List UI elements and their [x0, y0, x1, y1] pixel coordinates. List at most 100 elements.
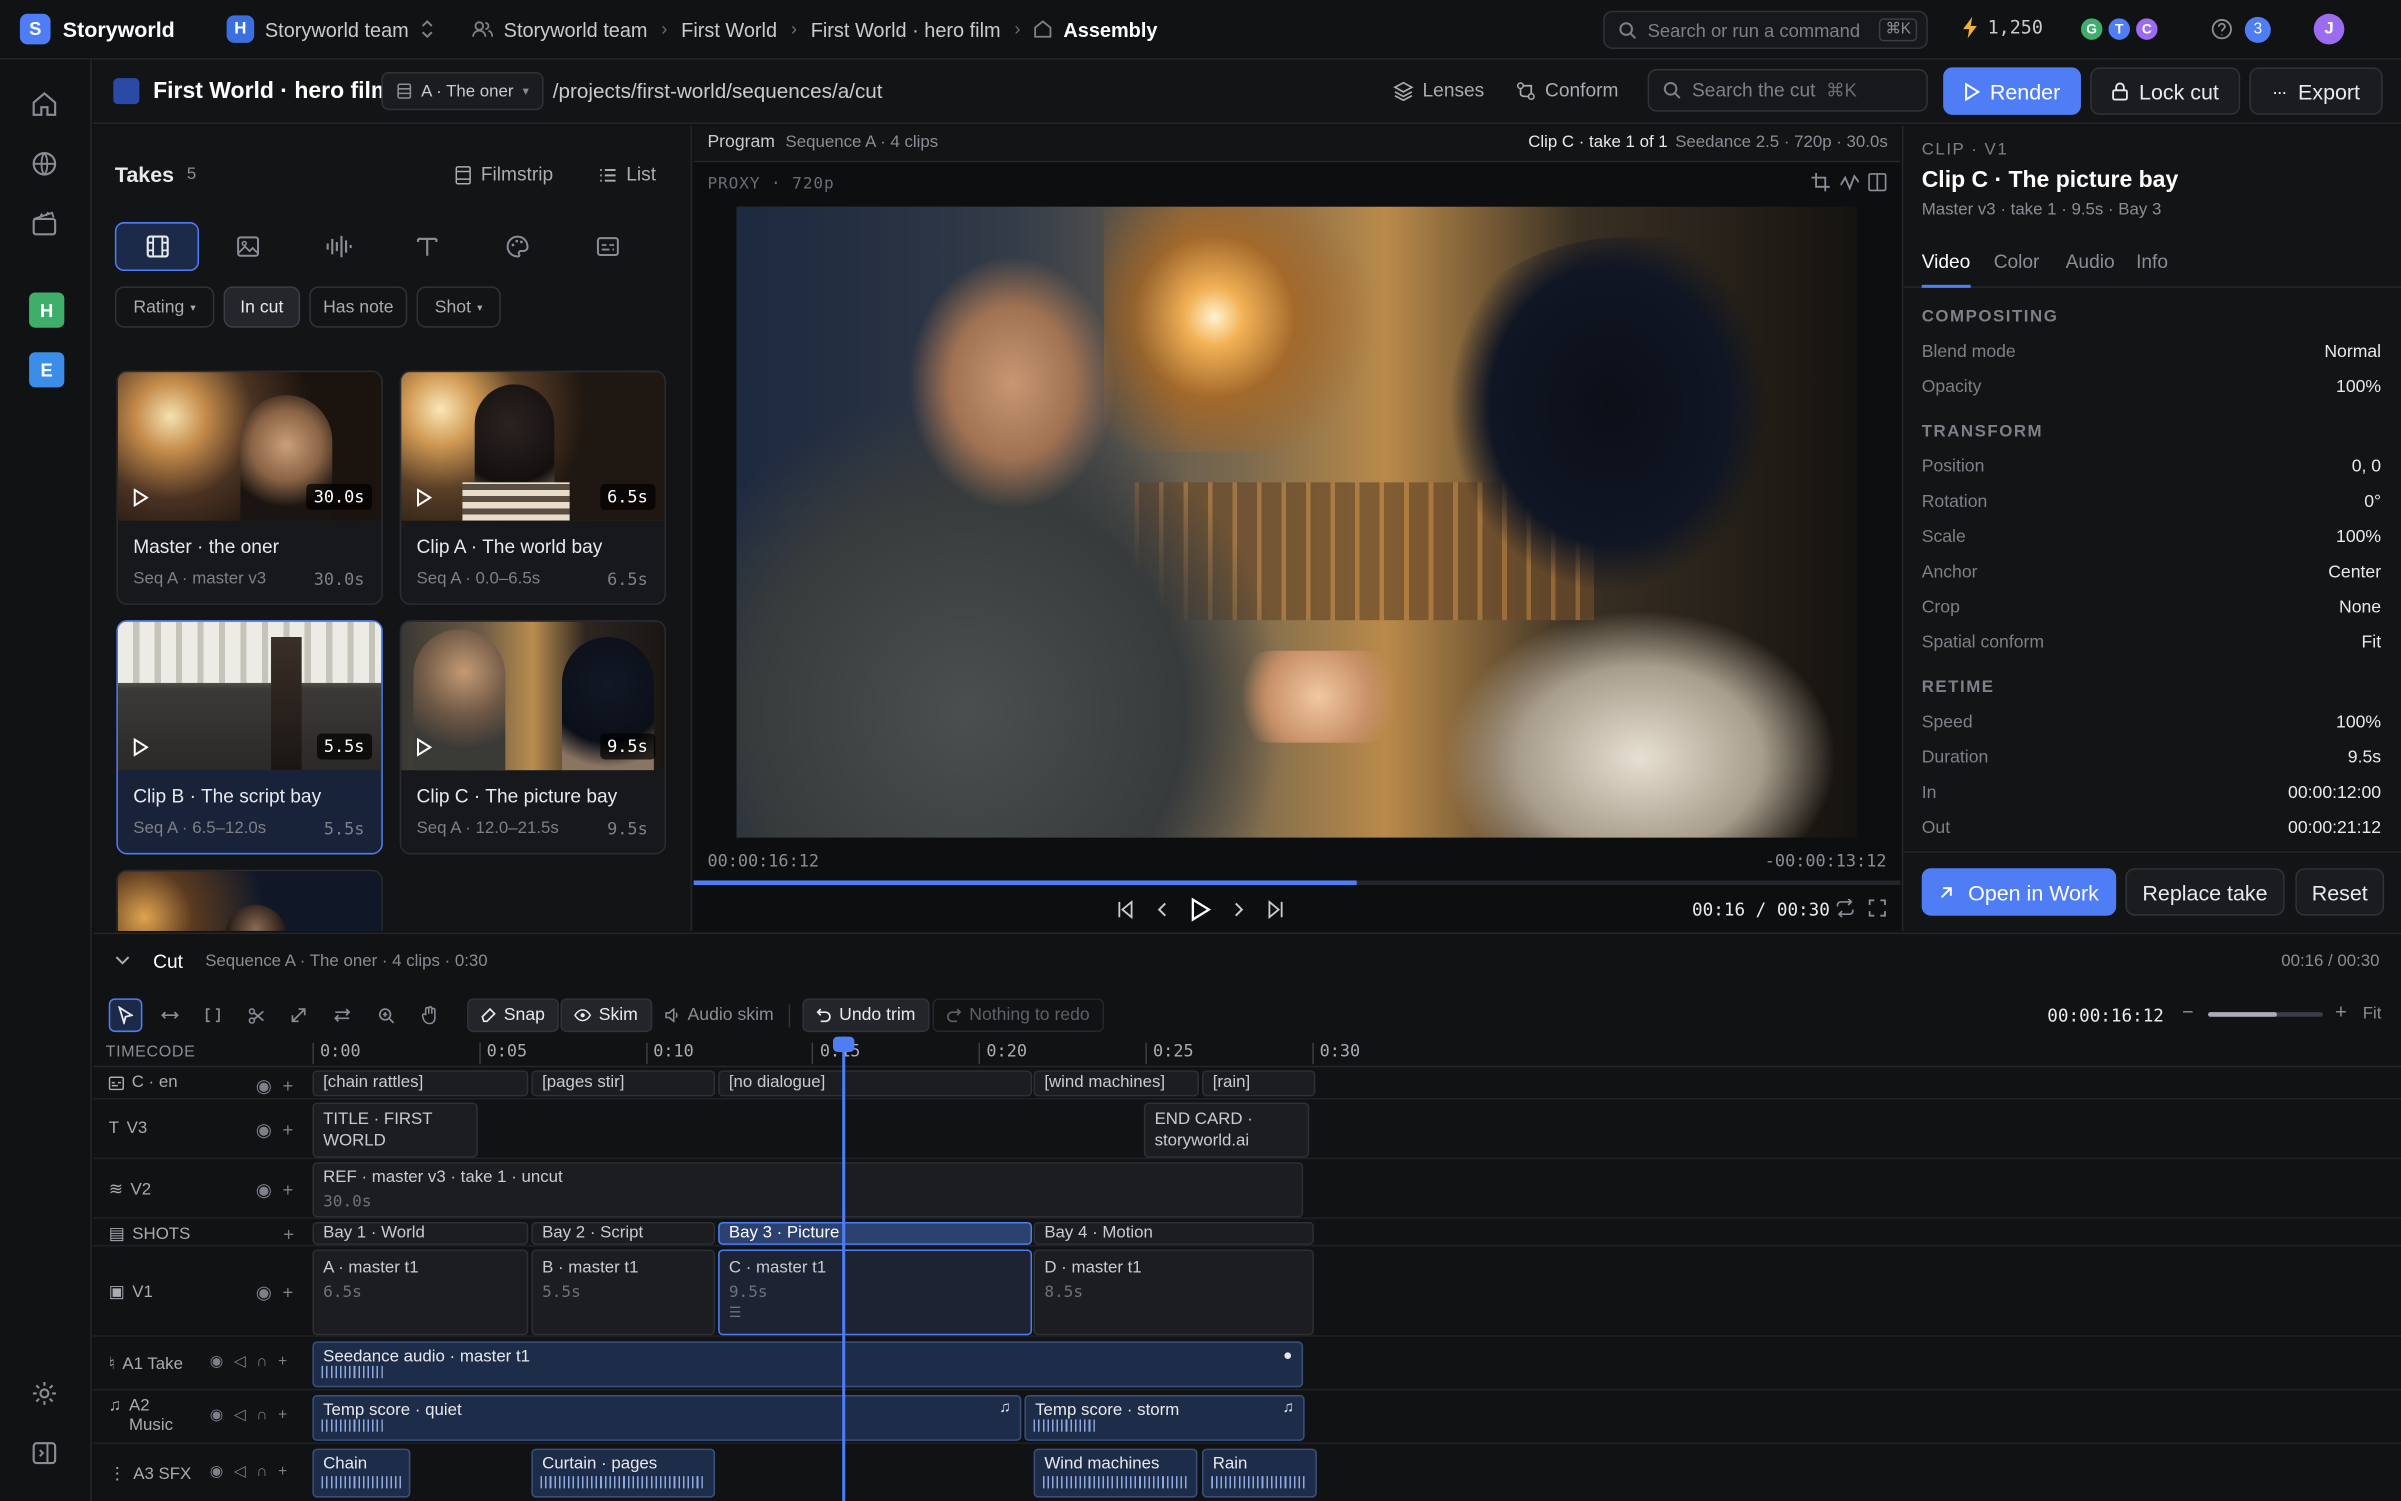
- home-icon[interactable]: [31, 90, 62, 121]
- breadcrumb-world[interactable]: First World: [681, 18, 777, 41]
- notification-badge[interactable]: 3: [2244, 16, 2271, 43]
- headphones-icon[interactable]: ∩: [256, 1354, 267, 1371]
- slide-tool[interactable]: [325, 998, 359, 1032]
- mute-icon[interactable]: ◁: [234, 1464, 246, 1481]
- snap-toggle[interactable]: Snap: [467, 998, 559, 1033]
- breadcrumb-film[interactable]: First World · hero film: [811, 18, 1001, 41]
- tab-info[interactable]: Info: [2136, 251, 2168, 272]
- help-icon[interactable]: [2211, 18, 2232, 40]
- sfx-clip[interactable]: Wind machines: [1033, 1448, 1198, 1498]
- scrub-bar[interactable]: [693, 880, 1901, 886]
- crop-icon[interactable]: [1811, 173, 1830, 192]
- end-card-clip[interactable]: END CARD · storyworld.ai: [1143, 1102, 1310, 1158]
- prop-in[interactable]: In 00:00:12:00: [1922, 784, 2381, 802]
- globe-icon[interactable]: [31, 150, 62, 181]
- prop-speed[interactable]: Speed 100%: [1922, 714, 2381, 732]
- chevron-down-icon[interactable]: [115, 954, 130, 966]
- caption-clip[interactable]: [wind machines]: [1033, 1070, 1199, 1097]
- sequence-select[interactable]: A · The oner ▾: [381, 71, 545, 111]
- mute-icon[interactable]: ◁: [234, 1407, 246, 1424]
- audio-skim-toggle[interactable]: Audio skim: [652, 998, 786, 1032]
- audio-clip[interactable]: Temp score · quiet ♫: [312, 1394, 1022, 1441]
- breadcrumb-assembly[interactable]: Assembly: [1063, 18, 1157, 41]
- fit-button[interactable]: Fit: [2363, 1005, 2382, 1023]
- select-tool[interactable]: [108, 998, 143, 1033]
- prop-spatial-conform[interactable]: Spatial conform Fit: [1922, 634, 2381, 652]
- filter-text-tab[interactable]: [384, 222, 468, 271]
- take-card[interactable]: [116, 869, 383, 931]
- sfx-clip[interactable]: Rain: [1202, 1448, 1317, 1498]
- caption-clip[interactable]: [chain rattles]: [312, 1070, 529, 1097]
- shot-marker[interactable]: Bay 1 · World: [312, 1221, 529, 1245]
- tab-video[interactable]: Video: [1921, 251, 1971, 288]
- reset-button[interactable]: Reset: [2295, 868, 2385, 916]
- take-card[interactable]: 6.5s Clip A · The world bay Seq A · 0.0–…: [399, 370, 667, 605]
- project-title[interactable]: First World · hero film: [153, 78, 391, 104]
- take-card-selected[interactable]: 5.5s Clip B · The script bay Seq A · 6.5…: [116, 620, 383, 855]
- razor-tool[interactable]: [239, 998, 273, 1032]
- eye-icon[interactable]: ◉: [256, 1075, 272, 1096]
- user-avatar[interactable]: J: [2313, 13, 2345, 45]
- caption-clip[interactable]: [rain]: [1202, 1070, 1316, 1097]
- step-forward-icon[interactable]: [1233, 900, 1245, 918]
- cut-search[interactable]: Search the cut ⌘K: [1647, 68, 1928, 112]
- replace-take-button[interactable]: Replace take: [2125, 868, 2285, 916]
- prop-opacity[interactable]: Opacity 100%: [1922, 378, 2381, 396]
- filter-audio-tab[interactable]: [296, 222, 380, 271]
- zoom-in-icon[interactable]: +: [2335, 1000, 2347, 1023]
- headphones-icon[interactable]: ∩: [256, 1407, 267, 1424]
- brand[interactable]: S Storyworld: [19, 13, 175, 45]
- sidebar-toggle-icon[interactable]: [31, 1439, 62, 1470]
- export-button[interactable]: ··· Export: [2249, 67, 2383, 115]
- prop-position[interactable]: Position 0, 0: [1922, 458, 2381, 476]
- prop-blend-mode[interactable]: Blend mode Normal: [1922, 343, 2381, 361]
- title-clip[interactable]: TITLE · FIRST WORLD: [312, 1102, 478, 1158]
- add-icon[interactable]: +: [278, 1464, 287, 1481]
- loop-icon[interactable]: [1836, 898, 1854, 918]
- collaborator-avatar[interactable]: T: [2107, 16, 2132, 42]
- lock-cut-button[interactable]: Lock cut: [2090, 67, 2241, 115]
- redo-button[interactable]: Nothing to redo: [932, 998, 1104, 1033]
- hand-tool[interactable]: [412, 998, 446, 1032]
- sfx-clip[interactable]: Curtain · pages: [531, 1448, 716, 1498]
- video-clip[interactable]: D · master t1 8.5s: [1033, 1249, 1314, 1336]
- eye-icon[interactable]: ◉: [256, 1179, 272, 1200]
- credits[interactable]: 1,250: [1962, 16, 2043, 39]
- eye-icon[interactable]: ◉: [210, 1354, 223, 1371]
- trim-tool[interactable]: [196, 998, 230, 1032]
- audio-clip[interactable]: Temp score · storm ♫: [1024, 1394, 1305, 1441]
- list-view-button[interactable]: List: [599, 164, 656, 185]
- filter-image-tab[interactable]: [205, 222, 289, 271]
- add-icon[interactable]: +: [278, 1354, 287, 1371]
- step-back-icon[interactable]: [1156, 900, 1168, 918]
- caption-clip[interactable]: [pages stir]: [531, 1070, 716, 1097]
- audio-clip[interactable]: Seedance audio · master t1 ●: [312, 1341, 1304, 1388]
- add-icon[interactable]: +: [282, 1282, 293, 1303]
- filmstrip-view-button[interactable]: Filmstrip: [455, 164, 553, 185]
- conform-button[interactable]: Conform: [1516, 80, 1618, 101]
- filter-captions-tab[interactable]: [565, 222, 649, 271]
- add-icon[interactable]: +: [282, 1179, 293, 1200]
- open-in-work-button[interactable]: Open in Work: [1921, 868, 2117, 916]
- eye-icon[interactable]: ◉: [256, 1282, 272, 1303]
- filter-video-tab[interactable]: [114, 222, 200, 272]
- collaborator-avatar[interactable]: G: [2079, 16, 2104, 42]
- in-cut-filter[interactable]: In cut: [223, 286, 301, 328]
- prop-out[interactable]: Out 00:00:21:12: [1922, 819, 2381, 837]
- zoom-out-icon[interactable]: −: [2182, 1000, 2194, 1023]
- headphones-icon[interactable]: ∩: [256, 1464, 267, 1481]
- workspace-e[interactable]: E: [29, 352, 65, 388]
- take-card[interactable]: 9.5s Clip C · The picture bay Seq A · 12…: [399, 620, 667, 855]
- zoom-tool[interactable]: [369, 998, 403, 1032]
- breadcrumb-team[interactable]: Storyworld team: [504, 18, 648, 41]
- eye-icon[interactable]: ◉: [210, 1464, 223, 1481]
- shot-marker[interactable]: Bay 4 · Motion: [1033, 1221, 1314, 1245]
- playhead[interactable]: [842, 1036, 846, 1501]
- has-note-filter[interactable]: Has note: [309, 286, 408, 328]
- collaborator-avatar[interactable]: C: [2134, 16, 2160, 42]
- add-icon[interactable]: +: [282, 1075, 293, 1096]
- take-card[interactable]: 30.0s Master · the oner Seq A · master v…: [116, 370, 383, 605]
- add-icon[interactable]: +: [283, 1223, 294, 1244]
- scope-icon[interactable]: [1840, 173, 1859, 191]
- reference-clip[interactable]: REF · master v3 · take 1 · uncut 30.0s: [312, 1162, 1304, 1218]
